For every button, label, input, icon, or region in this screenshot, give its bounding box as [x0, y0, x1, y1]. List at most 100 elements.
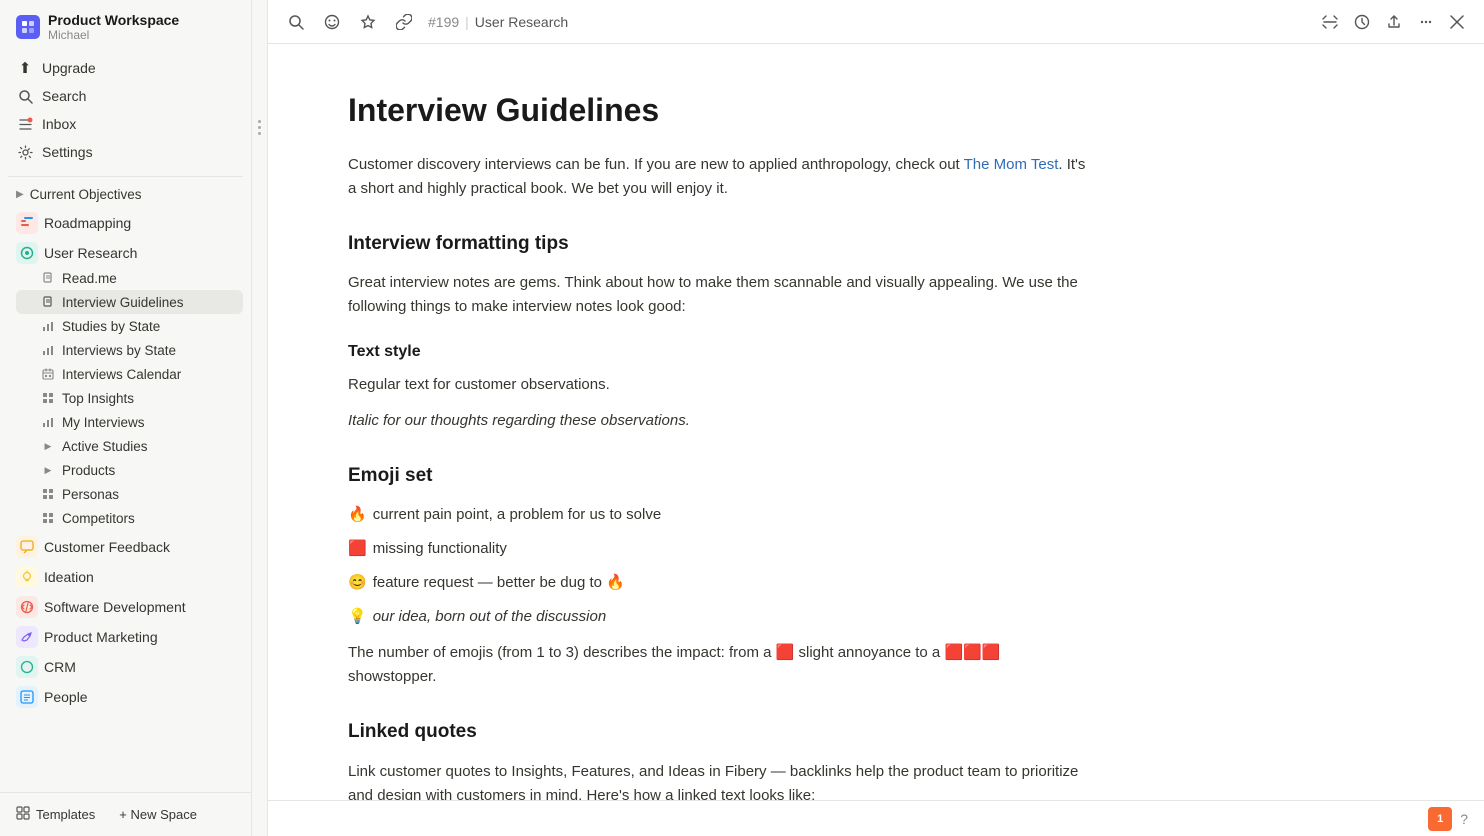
- sidebar-item-upgrade[interactable]: ⬆ Upgrade: [8, 54, 243, 82]
- help-button[interactable]: ?: [1460, 811, 1468, 827]
- sidebar-item-inbox-label: Inbox: [42, 116, 76, 132]
- topbar-expand-button[interactable]: [1318, 10, 1342, 34]
- sidebar-footer: Templates + New Space: [0, 792, 251, 836]
- divider-1: [8, 176, 243, 177]
- chevron-right-icon-2: ▶: [40, 438, 56, 454]
- sidebar-item-competitors-label: Competitors: [62, 511, 135, 526]
- emoji-line-4: 💡 our idea, born out of the discussion: [348, 605, 1088, 629]
- calendar-icon: [40, 366, 56, 382]
- roadmapping-icon: [16, 212, 38, 234]
- workspace-header[interactable]: Product Workspace Michael: [0, 0, 251, 50]
- sidebar-item-product-marketing-label: Product Marketing: [44, 629, 158, 645]
- sidebar-item-people[interactable]: People: [8, 680, 243, 710]
- grid-icon-1: [40, 390, 56, 406]
- emoji-line-1: 🔥 current pain point, a problem for us t…: [348, 503, 1088, 527]
- sidebar-item-current-objectives-label: Current Objectives: [30, 187, 142, 202]
- topbar-emoji-button[interactable]: [320, 10, 344, 34]
- sidebar-item-search[interactable]: Search: [8, 82, 243, 110]
- sidebar-item-crm[interactable]: CRM: [8, 650, 243, 680]
- ideation-icon: [16, 566, 38, 588]
- sidebar-item-my-interviews-label: My Interviews: [62, 415, 145, 430]
- toolbar-dot-2: [258, 126, 261, 129]
- sidebar-item-customer-feedback[interactable]: Customer Feedback: [8, 530, 243, 560]
- content-body: Customer discovery interviews can be fun…: [348, 153, 1088, 800]
- sidebar-item-interviews-calendar[interactable]: Interviews Calendar: [16, 362, 243, 386]
- sidebar-item-my-interviews[interactable]: My Interviews: [16, 410, 243, 434]
- missing-functionality-text: missing functionality: [373, 537, 507, 561]
- sidebar-item-top-insights[interactable]: Top Insights: [16, 386, 243, 410]
- sidebar-item-people-label: People: [44, 689, 88, 705]
- sidebar-item-upgrade-label: Upgrade: [42, 60, 96, 76]
- sidebar-item-roadmapping[interactable]: Roadmapping: [8, 206, 243, 236]
- sidebar-item-settings-label: Settings: [42, 144, 93, 160]
- new-space-button[interactable]: + New Space: [111, 802, 205, 827]
- sidebar-item-read-me[interactable]: Read.me: [16, 266, 243, 290]
- sidebar-item-interview-guidelines[interactable]: Interview Guidelines: [16, 290, 243, 314]
- workspace-logo: [16, 15, 40, 39]
- sidebar-item-ideation[interactable]: Ideation: [8, 560, 243, 590]
- workspace-user: Michael: [48, 28, 179, 42]
- settings-icon: [16, 143, 34, 161]
- toolbar-dot-1: [258, 120, 261, 123]
- document-icon-1: [40, 270, 56, 286]
- sidebar-item-inbox[interactable]: Inbox: [8, 110, 243, 138]
- sidebar-item-search-label: Search: [42, 88, 86, 104]
- templates-button[interactable]: Templates: [8, 801, 103, 828]
- sidebar-item-active-studies-label: Active Studies: [62, 439, 148, 454]
- sidebar-item-current-objectives[interactable]: ▶ Current Objectives: [8, 183, 243, 206]
- chart-icon-1: [40, 318, 56, 334]
- sidebar-item-active-studies[interactable]: ▶ Active Studies: [16, 434, 243, 458]
- sidebar-item-competitors[interactable]: Competitors: [16, 506, 243, 530]
- breadcrumb: #199 | User Research: [428, 14, 568, 30]
- sidebar-item-interviews-by-state[interactable]: Interviews by State: [16, 338, 243, 362]
- sidebar-item-software-development[interactable]: Software Development: [8, 590, 243, 620]
- sidebar-item-customer-feedback-label: Customer Feedback: [44, 539, 170, 555]
- linked-quotes-body: Link customer quotes to Insights, Featur…: [348, 760, 1088, 800]
- breadcrumb-sep: |: [465, 14, 469, 30]
- sidebar-item-personas[interactable]: Personas: [16, 482, 243, 506]
- sidebar-item-studies-by-state[interactable]: Studies by State: [16, 314, 243, 338]
- pain-point-emoji: 🔥: [348, 503, 367, 527]
- topbar-right: [1318, 10, 1468, 34]
- sidebar-item-user-research-label: User Research: [44, 245, 137, 261]
- chart-icon-3: [40, 414, 56, 430]
- grid-icon-3: [40, 510, 56, 526]
- topbar-share-button[interactable]: [1382, 10, 1406, 34]
- workspace-name: Product Workspace: [48, 12, 179, 28]
- sidebar-item-interview-guidelines-label: Interview Guidelines: [62, 295, 184, 310]
- main-area: #199 | User Research Interview Guideline…: [268, 0, 1484, 836]
- topbar-link-button[interactable]: [392, 10, 416, 34]
- sidebar-item-user-research[interactable]: User Research: [8, 236, 243, 266]
- intro-paragraph: Customer discovery interviews can be fun…: [348, 153, 1088, 201]
- toolbar-strip: [252, 0, 268, 836]
- document-icon-2: [40, 294, 56, 310]
- sidebar-item-crm-label: CRM: [44, 659, 76, 675]
- new-space-label: + New Space: [119, 807, 197, 822]
- missing-functionality-emoji: 🟥: [348, 537, 367, 561]
- the-mom-test-link[interactable]: The Mom Test: [964, 156, 1059, 173]
- templates-label: Templates: [36, 807, 95, 822]
- sidebar-item-product-marketing[interactable]: Product Marketing: [8, 620, 243, 650]
- chevron-right-icon-3: ▶: [40, 462, 56, 478]
- sidebar-item-settings[interactable]: Settings: [8, 138, 243, 166]
- search-icon: [16, 87, 34, 105]
- formatting-body: Great interview notes are gems. Think ab…: [348, 271, 1088, 319]
- sidebar-item-read-me-label: Read.me: [62, 271, 117, 286]
- heading-text-style: Text style: [348, 339, 1088, 365]
- topbar-close-button[interactable]: [1446, 11, 1468, 33]
- topbar-more-button[interactable]: [1414, 10, 1438, 34]
- sidebar-item-products-label: Products: [62, 463, 115, 478]
- sidebar: Product Workspace Michael ⬆ Upgrade Sear…: [0, 0, 252, 836]
- breadcrumb-section: User Research: [475, 14, 568, 30]
- sidebar-item-products[interactable]: ▶ Products: [16, 458, 243, 482]
- topbar-search-button[interactable]: [284, 10, 308, 34]
- topbar-star-button[interactable]: [356, 10, 380, 34]
- sidebar-item-interviews-calendar-label: Interviews Calendar: [62, 367, 181, 382]
- user-research-icon: [16, 242, 38, 264]
- chart-icon-2: [40, 342, 56, 358]
- sidebar-nav: ⬆ Upgrade Search Inbox Settings: [0, 50, 251, 170]
- bottom-bar: 1 ?: [268, 800, 1484, 836]
- toolbar-dot-3: [258, 132, 261, 135]
- topbar-history-button[interactable]: [1350, 10, 1374, 34]
- notification-badge[interactable]: 1: [1428, 807, 1452, 831]
